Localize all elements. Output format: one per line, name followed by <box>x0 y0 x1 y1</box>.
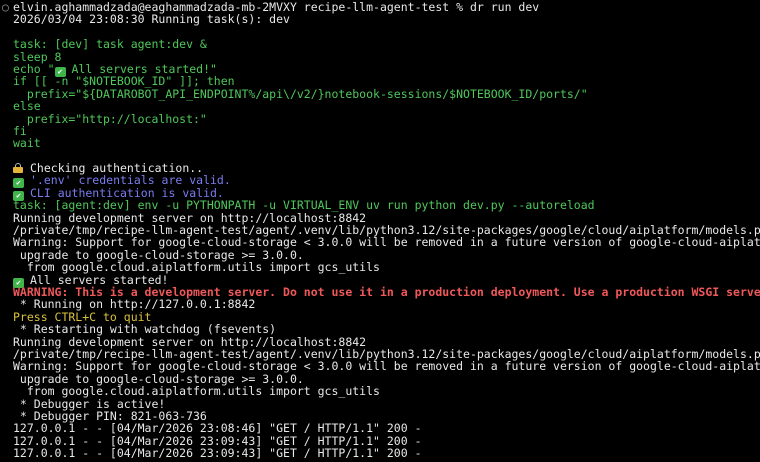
terminal-line-text: prefix="http://localhost:" <box>13 111 207 126</box>
terminal-line-text: wait <box>13 136 41 151</box>
terminal-line: prefix="http://localhost:" <box>0 111 760 126</box>
terminal-line: task: [dev] task agent:dev & <box>0 38 760 50</box>
terminal-line-text: prefix="${DATAROBOT_API_ENDPOINT%/api\/v… <box>13 86 588 101</box>
terminal-output[interactable]: ○ elvin.aghammadzada@eaghammadzada-mb-2MV… <box>0 0 760 462</box>
prompt-marker-icon: ○ <box>2 0 9 14</box>
terminal-line: 127.0.0.1 - - [04/Mar/2026 23:09:43] "GE… <box>0 447 760 459</box>
terminal-line: 2026/03/04 23:08:30 Running task(s): dev <box>0 13 760 25</box>
terminal-line-text: 2026/03/04 23:08:30 Running task(s): dev <box>13 12 290 27</box>
terminal-line: wait <box>0 137 760 149</box>
terminal-line: fi <box>0 125 760 137</box>
terminal-line: prefix="${DATAROBOT_API_ENDPOINT%/api\/v… <box>0 88 760 100</box>
terminal-line-text: 127.0.0.1 - - [04/Mar/2026 23:09:43] "GE… <box>13 446 422 461</box>
lock-key-icon <box>13 163 23 174</box>
